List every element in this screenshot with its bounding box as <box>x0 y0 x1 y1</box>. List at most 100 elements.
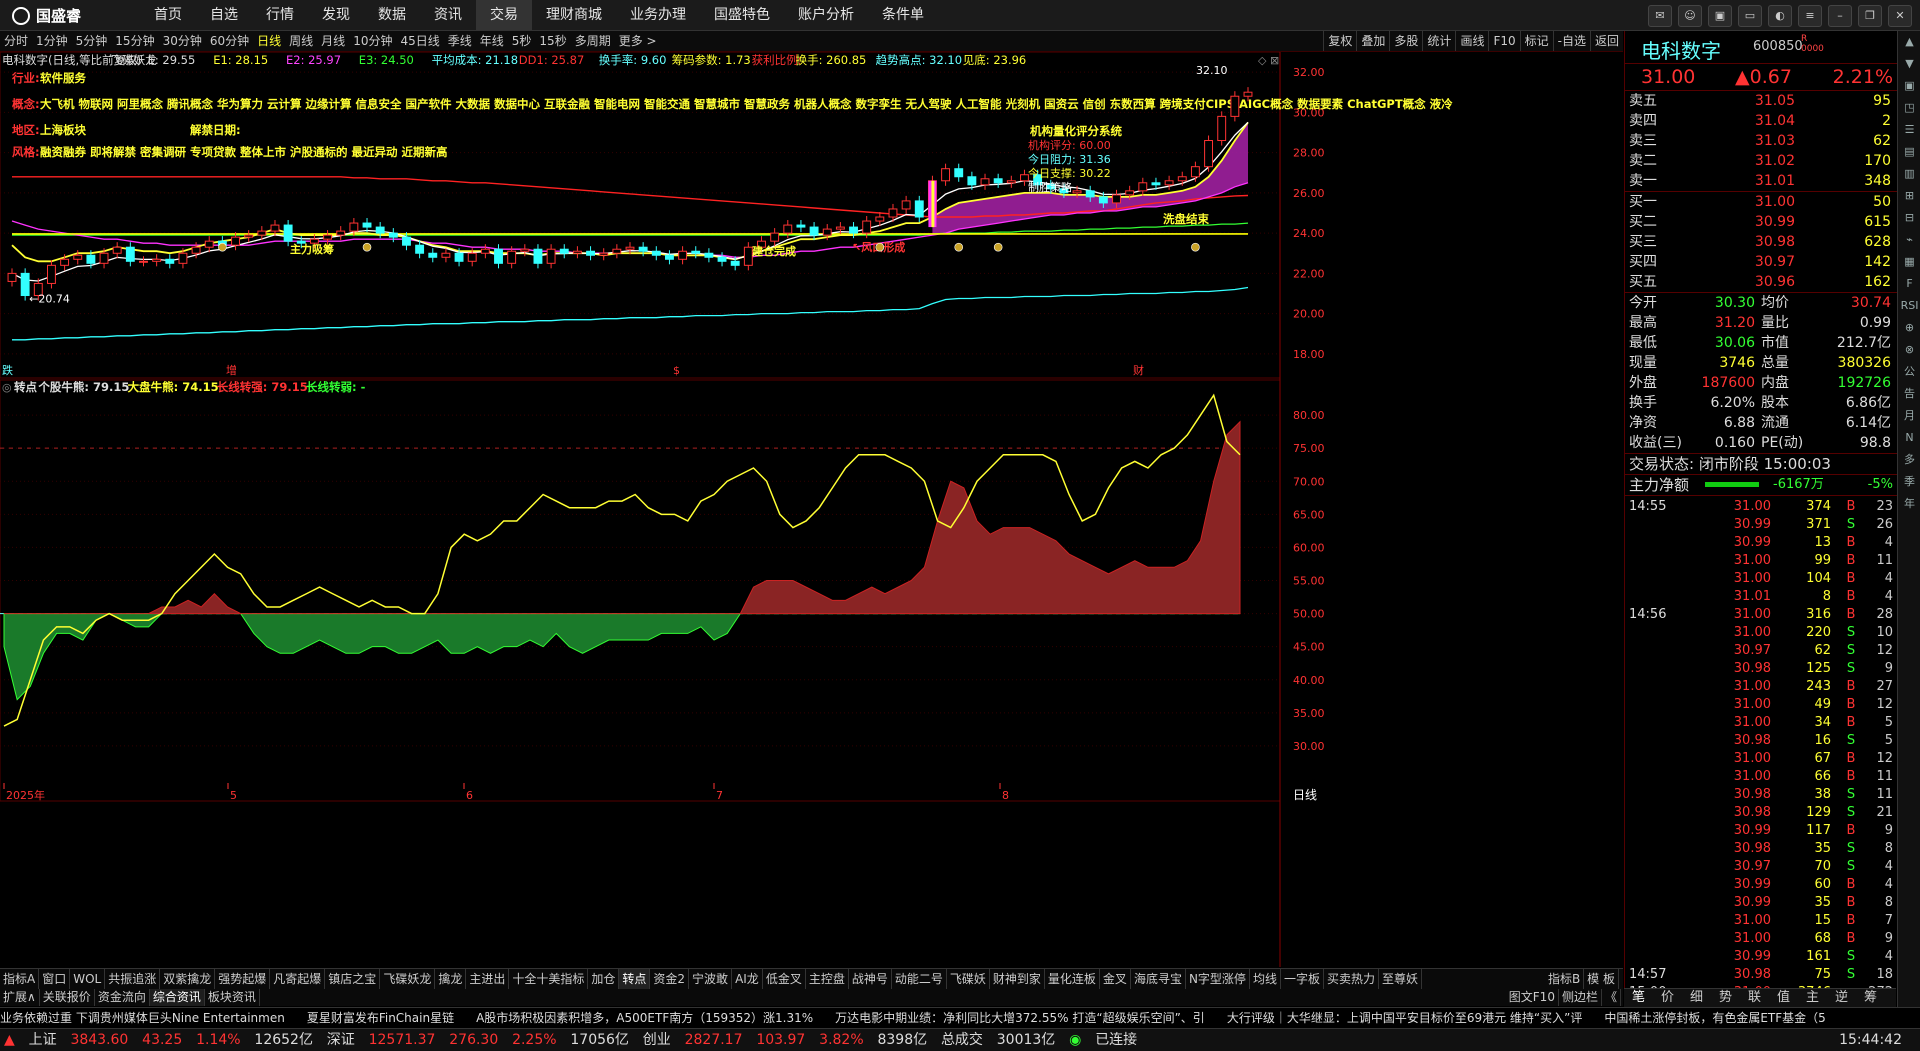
chart-tool-button[interactable]: 叠加 <box>1356 31 1389 51</box>
quote-tab[interactable]: 值 <box>1769 989 1798 1007</box>
side-tool-icon[interactable]: ⊕ <box>1898 317 1920 339</box>
side-tool-icon[interactable]: 告 <box>1898 383 1920 405</box>
quote-tab[interactable]: 细 <box>1682 989 1711 1007</box>
side-tool-icon[interactable]: RSI <box>1898 295 1920 317</box>
quote-tab[interactable]: 主 <box>1798 989 1827 1007</box>
menu-item[interactable]: 自选 <box>196 0 252 30</box>
period-tab[interactable]: 15秒 <box>535 31 570 51</box>
indicator-tab[interactable]: 主进出 <box>466 969 510 989</box>
news-item[interactable]: 业务依赖过重 下调贵州媒体巨头Nine Entertainmen <box>0 1008 285 1028</box>
chart-tool-button[interactable]: -自选 <box>1552 31 1590 51</box>
info-tab[interactable]: 扩展∧ <box>0 989 40 1006</box>
info-tab[interactable]: 关联报价 <box>40 989 95 1006</box>
user-icon[interactable]: ☺ <box>1678 5 1702 27</box>
menu-item[interactable]: 资讯 <box>420 0 476 30</box>
layout-icon[interactable]: ▣ <box>1708 5 1732 27</box>
chart-tool-button[interactable]: 复权 <box>1323 31 1356 51</box>
period-tab[interactable]: 5秒 <box>508 31 536 51</box>
indicator-tab[interactable]: 飞碟妖龙 <box>380 969 436 989</box>
menu-item[interactable]: 发现 <box>308 0 364 30</box>
side-tool-icon[interactable]: 公 <box>1898 361 1920 383</box>
chart-tool-button[interactable]: 标记 <box>1519 31 1553 51</box>
quote-tab[interactable]: 联 <box>1740 989 1769 1007</box>
news-item[interactable]: 中国稀土涨停封板，有色金属ETF基金（5 <box>1604 1008 1825 1028</box>
period-tab[interactable]: 15分钟 <box>111 31 158 51</box>
indicator-tab[interactable]: 强势起爆 <box>215 969 271 989</box>
side-tool-icon[interactable]: 季 <box>1898 471 1920 493</box>
tick-list[interactable]: 14:55 31.00 374 B 23 30.99 371 S 26 30.99 13 B 4 31.0… <box>1625 495 1897 1002</box>
indicator-tab[interactable]: 十全十美指标 <box>509 969 589 989</box>
close-icon[interactable]: ✕ <box>1888 5 1912 27</box>
info-tab-right[interactable]: 侧边栏 <box>1559 989 1602 1006</box>
kline-chart[interactable]: 18.00 20.00 22.00 24.00 26.00 28.00 30.00 32.00… <box>0 52 1623 967</box>
indicator-tab[interactable]: 凡寄起爆 <box>270 969 326 989</box>
cy-label[interactable]: 创业 <box>643 1029 671 1051</box>
indicator-tab[interactable]: 资金2 <box>650 969 690 989</box>
news-item[interactable]: 万达电影中期业绩：净利同比大增372.55% 打造“超级娱乐空间”、引 <box>835 1008 1205 1028</box>
quote-tab[interactable]: 筹 <box>1856 989 1885 1007</box>
side-tool-icon[interactable]: ⌁ <box>1898 229 1920 251</box>
indicator-tab[interactable]: 动能二号 <box>892 969 947 989</box>
period-tab[interactable]: 月线 <box>317 31 349 51</box>
side-tool-icon[interactable]: ⊟ <box>1898 207 1920 229</box>
indicator-tab[interactable]: AI龙 <box>732 969 763 989</box>
period-tab[interactable]: 1分钟 <box>32 31 72 51</box>
screen-icon[interactable]: ▭ <box>1738 5 1762 27</box>
side-tool-icon[interactable]: ◳ <box>1898 97 1920 119</box>
news-item[interactable]: 大行评级｜大华继显：上调中国平安目标价至69港元 维持“买入”评 <box>1227 1008 1583 1028</box>
indicator-tab[interactable]: 飞碟妖 <box>947 969 990 989</box>
info-tab-right[interactable]: 图文F10 <box>1506 989 1559 1006</box>
menu-item[interactable]: 条件单 <box>868 0 938 30</box>
news-ticker[interactable]: 业务依赖过重 下调贵州媒体巨头Nine Entertainmen 夏星财富发布Fi… <box>0 1007 1920 1028</box>
menu-item[interactable]: 账户分析 <box>784 0 868 30</box>
chart-tool-button[interactable]: 多股 <box>1389 31 1422 51</box>
period-tab[interactable]: 日线 <box>253 31 285 51</box>
indicator-tab[interactable]: 财神到家 <box>990 969 1045 989</box>
side-tool-icon[interactable]: ▲ <box>1898 31 1920 53</box>
info-tab[interactable]: 综合资讯 <box>149 989 205 1006</box>
side-tool-icon[interactable]: ▦ <box>1898 251 1920 273</box>
indicator-tab[interactable]: 战神号 <box>849 969 892 989</box>
period-tab[interactable]: 5分钟 <box>72 31 112 51</box>
indicator-tab[interactable]: 宁波敢 <box>689 969 733 989</box>
side-tool-icon[interactable]: 月 <box>1898 405 1920 427</box>
menu-item[interactable]: 数据 <box>364 0 420 30</box>
info-tab[interactable]: 资金流向 <box>95 989 150 1006</box>
indicator-tab[interactable]: WOL <box>70 969 106 989</box>
period-tab[interactable]: 10分钟 <box>349 31 396 51</box>
indicator-tab[interactable]: 低金叉 <box>763 969 806 989</box>
side-tool-icon[interactable]: ▤ <box>1898 141 1920 163</box>
indicator-tab[interactable]: 至尊妖 <box>1379 969 1422 989</box>
indicator-tab[interactable]: 指标A <box>0 969 40 989</box>
quote-tab[interactable]: 势 <box>1711 989 1740 1007</box>
indicator-tab[interactable]: 海底寻宝 <box>1131 969 1186 989</box>
period-tab[interactable]: 周线 <box>285 31 317 51</box>
side-tool-icon[interactable]: ⊗ <box>1898 339 1920 361</box>
side-tool-icon[interactable]: 多 <box>1898 449 1920 471</box>
quote-tab[interactable]: 笔 <box>1624 989 1653 1007</box>
news-item[interactable]: 夏星财富发布FinChain星链 <box>307 1008 454 1028</box>
message-icon[interactable]: ✉ <box>1648 5 1672 27</box>
period-tab[interactable]: 分时 <box>0 31 32 51</box>
menu-item[interactable]: 业务办理 <box>616 0 700 30</box>
indicator-tab[interactable]: 均线 <box>1250 969 1281 989</box>
indicator-tab[interactable]: 窗口 <box>39 969 71 989</box>
side-tool-icon[interactable]: ▥ <box>1898 163 1920 185</box>
menu-item[interactable]: 行情 <box>252 0 308 30</box>
period-tab[interactable]: 30分钟 <box>159 31 206 51</box>
indicator-tab-right[interactable]: 指标B <box>1545 969 1585 989</box>
indicator-tab[interactable]: 转点 <box>619 969 651 989</box>
period-tab[interactable]: 更多 > <box>615 31 661 51</box>
indicator-tab[interactable]: 一字板 <box>1281 969 1324 989</box>
chart-tool-button[interactable]: 统计 <box>1422 31 1455 51</box>
indicator-tab[interactable]: 量化连板 <box>1045 969 1100 989</box>
news-item[interactable]: A股市场积极因素积增多，A500ETF南方（159352）涨1.31% <box>476 1008 813 1028</box>
period-tab[interactable]: 60分钟 <box>206 31 253 51</box>
menu-item[interactable]: 理财商城 <box>532 0 616 30</box>
chart-tool-button[interactable]: 画线 <box>1455 31 1488 51</box>
chart-tool-button[interactable]: F10 <box>1488 31 1519 51</box>
quote-tab[interactable]: 价 <box>1653 989 1682 1007</box>
indicator-tab[interactable]: 共振追涨 <box>105 969 161 989</box>
chart-tool-button[interactable]: 返回 <box>1589 31 1623 51</box>
side-tool-icon[interactable]: N <box>1898 427 1920 449</box>
